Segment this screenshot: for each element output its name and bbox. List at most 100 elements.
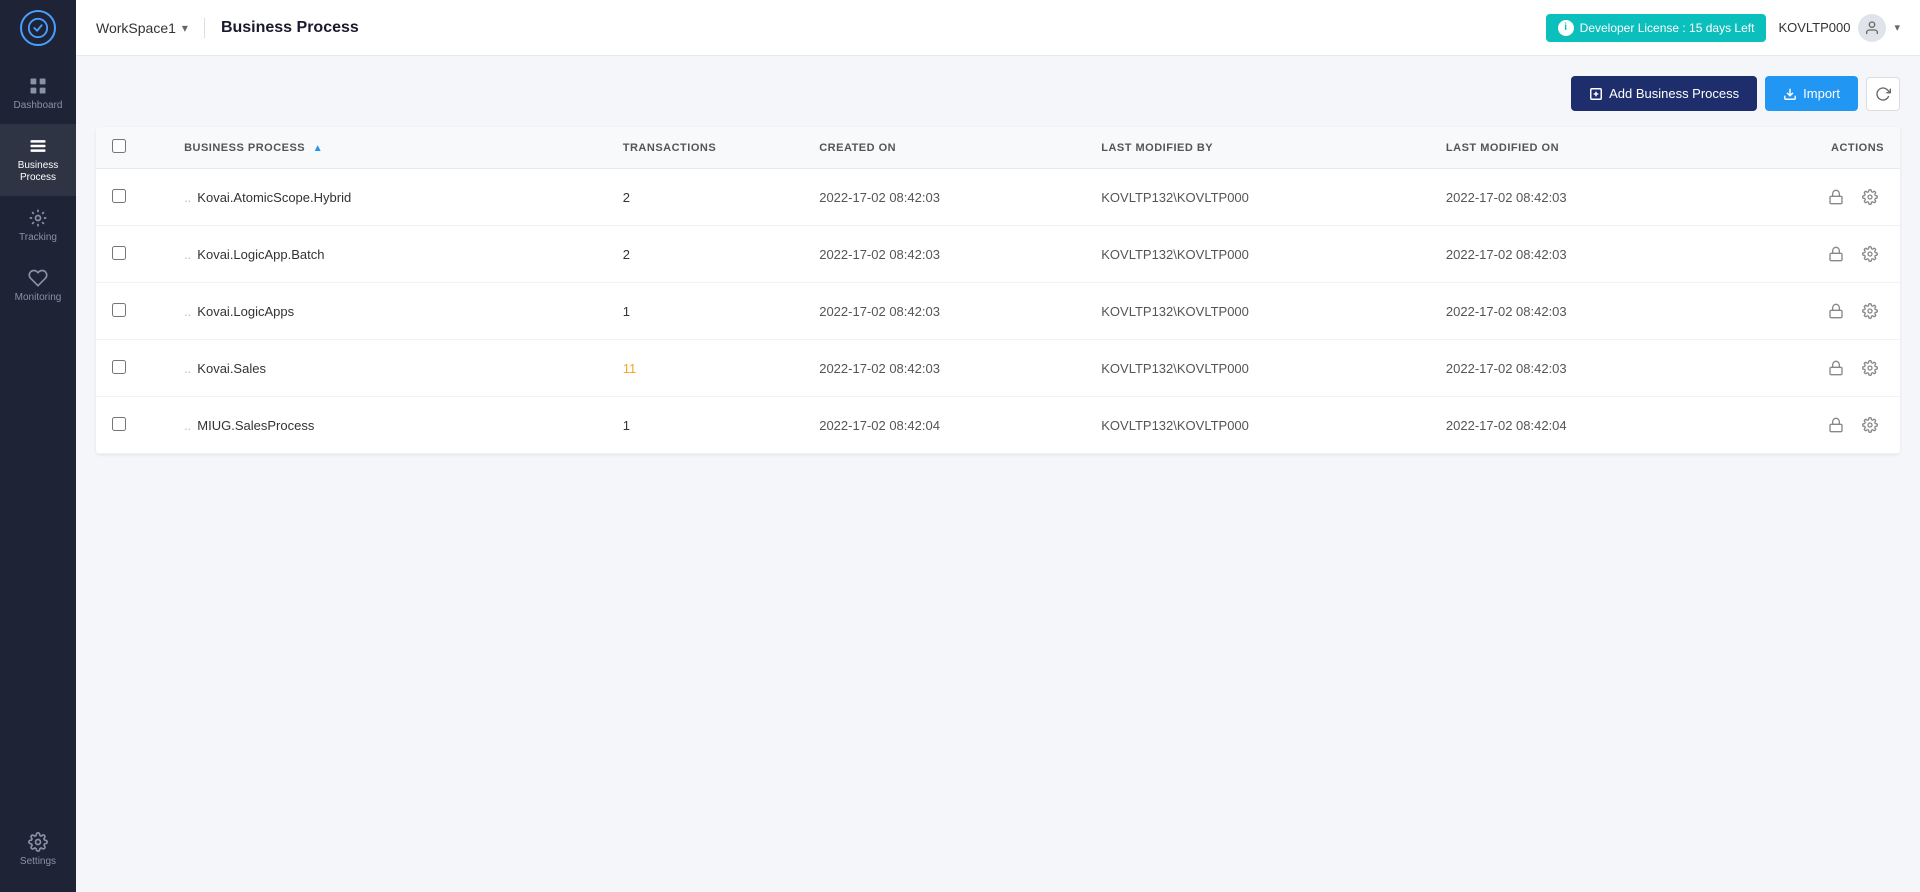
row-modified-by-1: KOVLTP132\KOVLTP000: [1085, 226, 1430, 283]
table-row: .. Kovai.LogicApp.Batch 2 2022-17-02 08:…: [96, 226, 1900, 283]
workspace-selector[interactable]: WorkSpace1 ▾: [96, 20, 188, 36]
row-lock-icon-3[interactable]: [1822, 354, 1850, 382]
select-all-checkbox[interactable]: [112, 139, 126, 153]
row-checkbox-4[interactable]: [112, 417, 126, 431]
row-settings-icon-2[interactable]: [1856, 297, 1884, 325]
row-modified-on-1: 2022-17-02 08:42:03: [1430, 226, 1743, 283]
row-name-cell-1: .. Kovai.LogicApp.Batch: [168, 226, 607, 283]
import-button-label: Import: [1803, 86, 1840, 101]
row-created-on-2: 2022-17-02 08:42:03: [803, 283, 1085, 340]
row-lock-icon-2[interactable]: [1822, 297, 1850, 325]
col-header-business-process[interactable]: BUSINESS PROCESS ▲: [168, 127, 607, 169]
table-row: .. Kovai.AtomicScope.Hybrid 2 2022-17-02…: [96, 169, 1900, 226]
row-name-cell-3: .. Kovai.Sales: [168, 340, 607, 397]
sort-asc-icon: ▲: [313, 143, 323, 154]
row-modified-by-4: KOVLTP132\KOVLTP000: [1085, 397, 1430, 454]
sidebar-item-dashboard-label: Dashboard: [14, 100, 63, 112]
license-text: Developer License : 15 days Left: [1580, 21, 1755, 35]
row-lock-icon-1[interactable]: [1822, 240, 1850, 268]
sidebar-nav: Dashboard Business Process Tracking: [0, 56, 76, 820]
row-created-on-0: 2022-17-02 08:42:03: [803, 169, 1085, 226]
sidebar-item-settings[interactable]: Settings: [0, 820, 76, 880]
row-settings-icon-0[interactable]: [1856, 183, 1884, 211]
monitoring-icon: [28, 268, 48, 288]
table-row: .. MIUG.SalesProcess 1 2022-17-02 08:42:…: [96, 397, 1900, 454]
row-actions-cell-4: [1743, 397, 1900, 454]
row-modified-on-2: 2022-17-02 08:42:03: [1430, 283, 1743, 340]
import-icon: [1783, 87, 1797, 101]
sidebar-item-business-process-label: Business Process: [4, 160, 72, 184]
row-settings-icon-1[interactable]: [1856, 240, 1884, 268]
header-divider: [204, 18, 205, 38]
row-settings-icon-3[interactable]: [1856, 354, 1884, 382]
row-created-on-1: 2022-17-02 08:42:03: [803, 226, 1085, 283]
business-process-icon: [28, 136, 48, 156]
row-modified-by-3: KOVLTP132\KOVLTP000: [1085, 340, 1430, 397]
table-row: .. Kovai.Sales 11 2022-17-02 08:42:03 KO…: [96, 340, 1900, 397]
toolbar: Add Business Process Import: [96, 76, 1900, 111]
license-badge: i Developer License : 15 days Left: [1546, 14, 1767, 42]
sidebar-logo: [0, 0, 76, 56]
row-name-cell-4: .. MIUG.SalesProcess: [168, 397, 607, 454]
row-actions-cell-1: [1743, 226, 1900, 283]
row-bp-name-0[interactable]: Kovai.AtomicScope.Hybrid: [197, 190, 351, 205]
dashboard-icon: [28, 76, 48, 96]
row-checkbox-cell: [96, 226, 168, 283]
add-icon: [1589, 87, 1603, 101]
row-settings-icon-4[interactable]: [1856, 411, 1884, 439]
row-transactions-cell-4: 1: [607, 397, 803, 454]
sidebar-item-tracking-label: Tracking: [19, 232, 57, 244]
row-bp-name-2[interactable]: Kovai.LogicApps: [197, 304, 294, 319]
row-bp-name-3[interactable]: Kovai.Sales: [197, 361, 266, 376]
sidebar-item-monitoring[interactable]: Monitoring: [0, 256, 76, 316]
user-info[interactable]: KOVLTP000 ▾: [1778, 14, 1900, 42]
row-checkbox-cell: [96, 169, 168, 226]
row-transactions-value-1: 2: [623, 247, 630, 262]
row-transactions-value-4: 1: [623, 418, 630, 433]
row-actions-cell-3: [1743, 340, 1900, 397]
col-header-transactions: TRANSACTIONS: [607, 127, 803, 169]
row-modified-on-3: 2022-17-02 08:42:03: [1430, 340, 1743, 397]
row-lock-icon-0[interactable]: [1822, 183, 1850, 211]
sidebar-item-business-process[interactable]: Business Process: [0, 124, 76, 196]
row-modified-on-0: 2022-17-02 08:42:03: [1430, 169, 1743, 226]
sidebar-bottom: Settings: [0, 820, 76, 892]
user-chevron-icon: ▾: [1894, 21, 1900, 34]
row-checkbox-0[interactable]: [112, 189, 126, 203]
user-avatar-icon: [1858, 14, 1886, 42]
tracking-icon: [28, 208, 48, 228]
row-checkbox-1[interactable]: [112, 246, 126, 260]
username: KOVLTP000: [1778, 20, 1850, 35]
row-bp-name-1[interactable]: Kovai.LogicApp.Batch: [197, 247, 324, 262]
row-checkbox-3[interactable]: [112, 360, 126, 374]
row-actions-cell-0: [1743, 169, 1900, 226]
row-lock-icon-4[interactable]: [1822, 411, 1850, 439]
row-transactions-cell-3: 11: [607, 340, 803, 397]
refresh-button[interactable]: [1866, 77, 1900, 111]
import-button[interactable]: Import: [1765, 76, 1858, 111]
workspace-chevron-icon: ▾: [182, 21, 188, 35]
row-dots-2: ..: [184, 304, 191, 319]
main-content: WorkSpace1 ▾ Business Process i Develope…: [76, 0, 1920, 892]
row-bp-name-4[interactable]: MIUG.SalesProcess: [197, 418, 314, 433]
row-checkbox-2[interactable]: [112, 303, 126, 317]
refresh-icon: [1875, 86, 1891, 102]
row-modified-on-4: 2022-17-02 08:42:04: [1430, 397, 1743, 454]
row-checkbox-cell: [96, 340, 168, 397]
settings-icon: [28, 832, 48, 852]
row-dots-4: ..: [184, 418, 191, 433]
add-button-label: Add Business Process: [1609, 86, 1739, 101]
sidebar: Dashboard Business Process Tracking: [0, 0, 76, 892]
row-transactions-link-3[interactable]: 11: [623, 361, 637, 376]
workspace-name: WorkSpace1: [96, 20, 176, 36]
row-transactions-value-0: 2: [623, 190, 630, 205]
row-name-cell-2: .. Kovai.LogicApps: [168, 283, 607, 340]
add-business-process-button[interactable]: Add Business Process: [1571, 76, 1757, 111]
table-row: .. Kovai.LogicApps 1 2022-17-02 08:42:03…: [96, 283, 1900, 340]
sidebar-item-tracking[interactable]: Tracking: [0, 196, 76, 256]
page-title: Business Process: [221, 19, 359, 37]
row-dots-1: ..: [184, 247, 191, 262]
sidebar-item-dashboard[interactable]: Dashboard: [0, 64, 76, 124]
col-header-last-modified-by: LAST MODIFIED BY: [1085, 127, 1430, 169]
row-transactions-cell-2: 1: [607, 283, 803, 340]
